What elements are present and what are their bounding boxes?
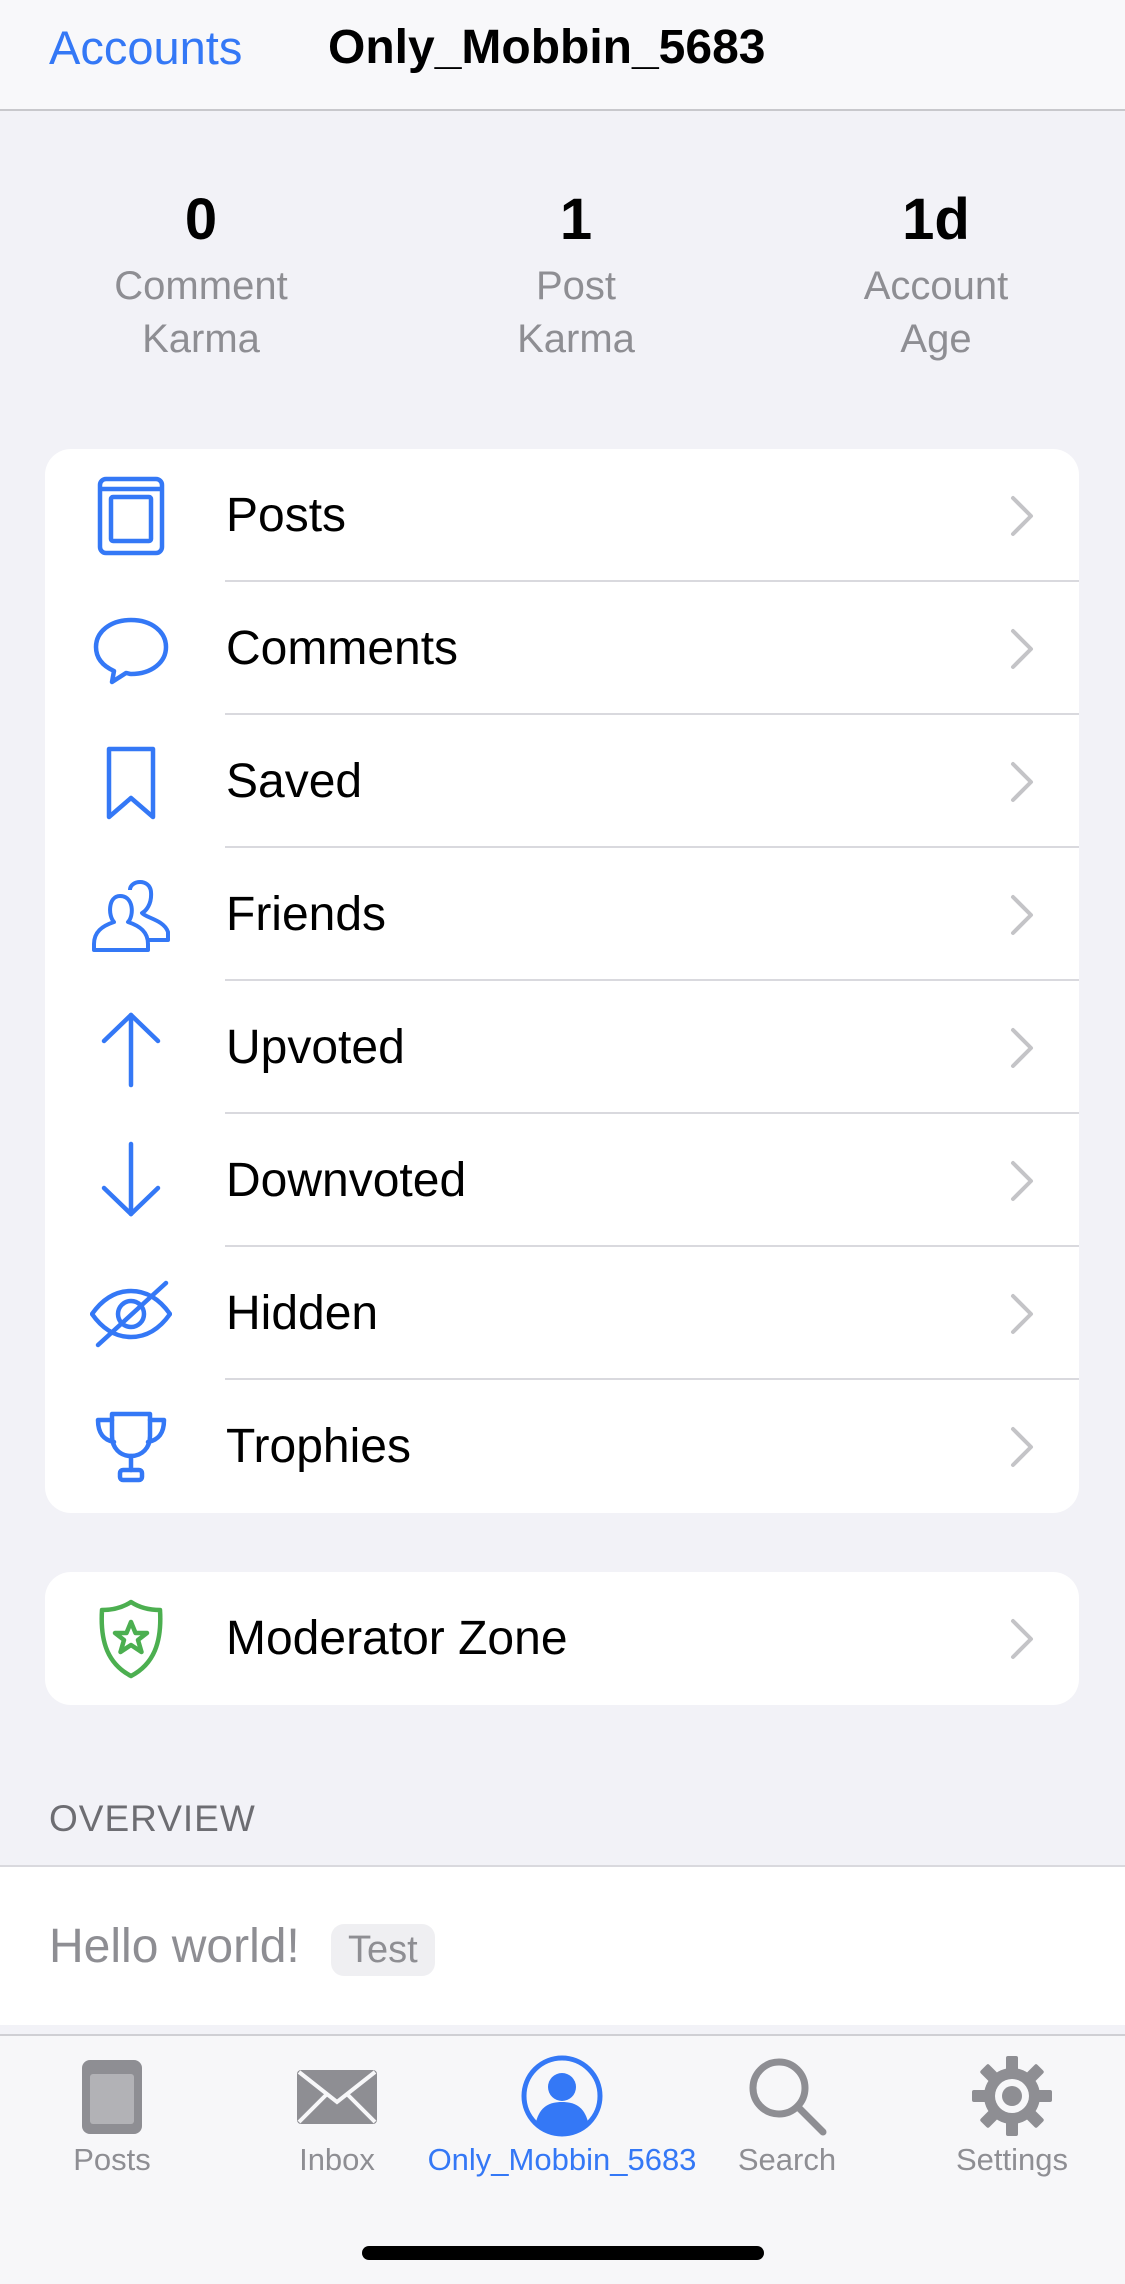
chevron-right-icon	[1010, 1293, 1034, 1335]
arrow-down-icon	[90, 1140, 172, 1222]
chevron-right-icon	[1010, 495, 1034, 537]
menu-item-label: Moderator Zone	[226, 1612, 568, 1665]
tab-settings[interactable]: Settings	[912, 2036, 1112, 2216]
comment-karma-value: 0	[184, 187, 218, 252]
trophy-icon	[90, 1406, 172, 1488]
tab-label: Settings	[955, 2142, 1068, 2177]
envelope-icon	[295, 2054, 379, 2138]
tab-profile[interactable]: Only_Mobbin_5683	[412, 2036, 712, 2216]
tab-label: Search	[737, 2142, 837, 2177]
menu-item-label: Trophies	[226, 1420, 411, 1473]
account-age-stat: 1d Account Age	[756, 180, 1116, 366]
eye-slash-icon	[90, 1273, 172, 1355]
post-karma-value: 1	[559, 187, 593, 252]
chevron-right-icon	[1010, 628, 1034, 670]
menu-item-label: Downvoted	[226, 1154, 467, 1207]
menu-item-friends[interactable]: Friends	[45, 848, 1079, 981]
chevron-right-icon	[1010, 1618, 1034, 1660]
people-icon	[90, 874, 172, 956]
menu-item-downvoted[interactable]: Downvoted	[45, 1114, 1079, 1247]
menu-item-label: Posts	[226, 489, 347, 542]
chevron-right-icon	[1010, 894, 1034, 936]
post-karma-stat: 1 Post Karma	[396, 180, 756, 366]
tab-label: Posts	[73, 2142, 151, 2177]
menu-item-moderator-zone[interactable]: Moderator Zone	[45, 1572, 1079, 1705]
account-age-label: Account Age	[863, 264, 1009, 361]
tab-search[interactable]: Search	[687, 2036, 887, 2216]
menu-item-label: Saved	[226, 755, 363, 808]
menu-item-label: Upvoted	[226, 1021, 405, 1074]
tab-label: Inbox	[299, 2142, 375, 2177]
tab-inbox[interactable]: Inbox	[237, 2036, 437, 2216]
menu-item-hidden[interactable]: Hidden	[45, 1247, 1079, 1380]
bookmark-icon	[90, 741, 172, 823]
shield-star-icon	[90, 1598, 172, 1680]
magnifier-icon	[745, 2054, 829, 2138]
profile-menu-card: Posts Comments Saved Friends Upvoted Dow…	[45, 449, 1079, 1513]
moderator-card: Moderator Zone	[45, 1572, 1079, 1705]
speech-bubble-icon	[90, 608, 172, 690]
post-karma-label: Post Karma	[517, 264, 635, 361]
tab-posts[interactable]: Posts	[12, 2036, 212, 2216]
post-flair-badge: Test	[331, 1924, 435, 1976]
menu-item-comments[interactable]: Comments	[45, 582, 1079, 715]
menu-item-label: Hidden	[226, 1287, 379, 1340]
arrow-up-icon	[90, 1007, 172, 1089]
menu-item-upvoted[interactable]: Upvoted	[45, 981, 1079, 1114]
karma-stats: 0 Comment Karma 1 Post Karma 1d Account …	[0, 180, 1125, 380]
chevron-right-icon	[1010, 1160, 1034, 1202]
posts-icon	[90, 475, 172, 557]
gear-icon	[970, 2054, 1054, 2138]
posts-tab-icon	[70, 2054, 154, 2138]
menu-item-saved[interactable]: Saved	[45, 715, 1079, 848]
post-title: Hello world!	[49, 1920, 300, 1973]
comment-karma-label: Comment Karma	[114, 264, 288, 361]
tab-label: Only_Mobbin_5683	[427, 2142, 697, 2177]
accounts-back-button[interactable]: Accounts	[49, 18, 242, 78]
chevron-right-icon	[1010, 761, 1034, 803]
overview-post-item[interactable]: Hello world! Test	[0, 1865, 1125, 2025]
menu-item-label: Comments	[226, 622, 459, 675]
home-indicator	[362, 2246, 764, 2260]
menu-item-trophies[interactable]: Trophies	[45, 1380, 1079, 1513]
comment-karma-stat: 0 Comment Karma	[21, 180, 381, 366]
page-title: Only_Mobbin_5683	[328, 21, 766, 74]
person-circle-icon	[520, 2054, 604, 2138]
chevron-right-icon	[1010, 1027, 1034, 1069]
account-age-value: 1d	[902, 187, 970, 252]
overview-section-header: OVERVIEW	[49, 1798, 256, 1839]
navigation-bar: Accounts Only_Mobbin_5683	[0, 0, 1125, 111]
menu-item-label: Friends	[226, 888, 387, 941]
chevron-right-icon	[1010, 1426, 1034, 1468]
menu-item-posts[interactable]: Posts	[45, 449, 1079, 582]
